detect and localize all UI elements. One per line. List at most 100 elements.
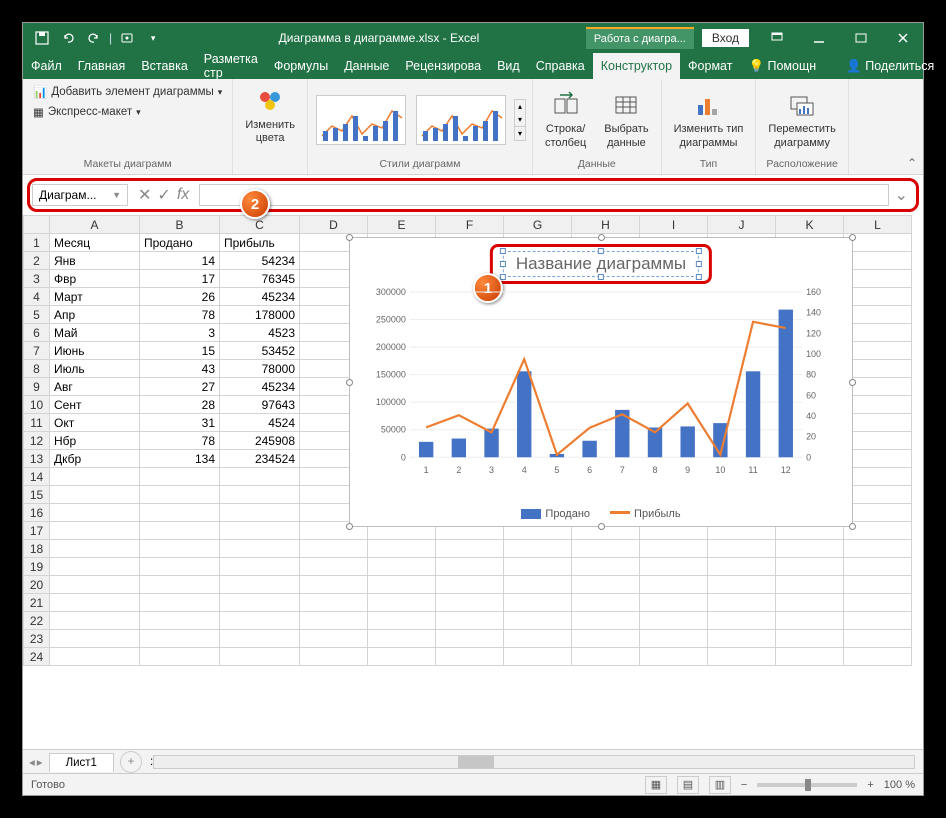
cell[interactable] (708, 558, 776, 576)
zoom-level[interactable]: 100 % (884, 779, 915, 791)
select-all-corner[interactable] (24, 216, 50, 234)
cell[interactable] (220, 630, 300, 648)
cell[interactable] (844, 414, 912, 432)
cell[interactable] (572, 648, 640, 666)
cell[interactable] (300, 648, 368, 666)
cell[interactable] (50, 576, 140, 594)
change-chart-type-button[interactable]: Изменить тип диаграммы (668, 87, 750, 151)
cell[interactable] (572, 612, 640, 630)
row-header[interactable]: 7 (24, 342, 50, 360)
row-header[interactable]: 20 (24, 576, 50, 594)
qat-customize-icon[interactable]: ▾ (142, 27, 164, 49)
cell[interactable] (776, 630, 844, 648)
cell[interactable] (572, 558, 640, 576)
chevron-down-icon[interactable]: ▼ (112, 190, 121, 200)
cell[interactable] (640, 612, 708, 630)
cell[interactable]: 27 (140, 378, 220, 396)
cell[interactable] (140, 576, 220, 594)
cell[interactable]: 78 (140, 306, 220, 324)
cell[interactable] (140, 612, 220, 630)
row-header[interactable]: 13 (24, 450, 50, 468)
cell[interactable] (50, 594, 140, 612)
cell[interactable]: 78 (140, 432, 220, 450)
share-button[interactable]: 👤 Поделиться (838, 55, 942, 78)
cell[interactable]: Авг (50, 378, 140, 396)
chart-title[interactable]: Название диаграммы (503, 251, 699, 277)
cell[interactable] (50, 540, 140, 558)
cell[interactable]: Янв (50, 252, 140, 270)
cell[interactable] (220, 648, 300, 666)
row-header[interactable]: 23 (24, 630, 50, 648)
cell[interactable] (844, 396, 912, 414)
column-header[interactable]: L (844, 216, 912, 234)
cell[interactable]: 28 (140, 396, 220, 414)
tab-nav-prev-icon[interactable]: ◂ (29, 755, 35, 769)
cell[interactable] (844, 648, 912, 666)
cell[interactable]: 26 (140, 288, 220, 306)
column-header[interactable]: K (776, 216, 844, 234)
cell[interactable] (220, 576, 300, 594)
row-header[interactable]: 9 (24, 378, 50, 396)
ribbon-tab-формат[interactable]: Формат (680, 53, 740, 79)
cell[interactable]: 4523 (220, 324, 300, 342)
cell[interactable] (844, 288, 912, 306)
cell[interactable] (436, 594, 504, 612)
cell[interactable] (844, 630, 912, 648)
cell[interactable] (572, 630, 640, 648)
cell[interactable] (300, 540, 368, 558)
cell[interactable] (140, 558, 220, 576)
row-header[interactable]: 18 (24, 540, 50, 558)
ribbon-tab-файл[interactable]: Файл (23, 53, 70, 79)
cell[interactable] (300, 612, 368, 630)
cell[interactable] (640, 648, 708, 666)
cell[interactable]: Дкбр (50, 450, 140, 468)
cell[interactable] (776, 594, 844, 612)
cell[interactable] (50, 630, 140, 648)
row-header[interactable]: 2 (24, 252, 50, 270)
cell[interactable] (844, 594, 912, 612)
cell[interactable] (708, 648, 776, 666)
cell[interactable] (844, 468, 912, 486)
cell[interactable] (776, 540, 844, 558)
ribbon-tab-главная[interactable]: Главная (70, 53, 134, 79)
cell[interactable] (504, 612, 572, 630)
cell[interactable] (776, 612, 844, 630)
ribbon-tab-конструктор[interactable]: Конструктор (593, 53, 680, 79)
column-header[interactable]: A (50, 216, 140, 234)
cell[interactable]: 245908 (220, 432, 300, 450)
cell[interactable] (436, 540, 504, 558)
cell[interactable] (368, 594, 436, 612)
cell[interactable] (368, 576, 436, 594)
cell[interactable] (844, 306, 912, 324)
ribbon-options-icon[interactable] (757, 23, 797, 53)
cell[interactable] (572, 540, 640, 558)
cell[interactable]: 234524 (220, 450, 300, 468)
cell[interactable]: 4524 (220, 414, 300, 432)
cell[interactable]: 76345 (220, 270, 300, 288)
ribbon-tab-рецензирова[interactable]: Рецензирова (397, 53, 489, 79)
cell[interactable] (140, 594, 220, 612)
cell[interactable] (844, 486, 912, 504)
cell[interactable] (504, 540, 572, 558)
cell[interactable]: 15 (140, 342, 220, 360)
gallery-up-icon[interactable]: ▴ (515, 100, 525, 113)
cell[interactable] (50, 504, 140, 522)
cell[interactable] (504, 594, 572, 612)
cell[interactable] (436, 630, 504, 648)
chart-object[interactable]: Название диаграммы 1 0500001000001500002… (349, 237, 853, 527)
select-data-button[interactable]: Выбрать данные (598, 87, 654, 151)
expand-formula-icon[interactable]: ⌄ (889, 185, 914, 205)
change-colors-button[interactable]: Изменить цвета (239, 83, 301, 147)
cell[interactable] (368, 540, 436, 558)
cell[interactable]: 134 (140, 450, 220, 468)
cell[interactable] (844, 612, 912, 630)
redo-icon[interactable] (83, 27, 105, 49)
cell[interactable] (220, 594, 300, 612)
cell[interactable]: 3 (140, 324, 220, 342)
cell[interactable]: Июль (50, 360, 140, 378)
normal-view-icon[interactable]: ▦ (645, 776, 667, 794)
cell[interactable] (50, 648, 140, 666)
column-header[interactable]: E (368, 216, 436, 234)
cell[interactable]: 78000 (220, 360, 300, 378)
column-header[interactable]: I (640, 216, 708, 234)
